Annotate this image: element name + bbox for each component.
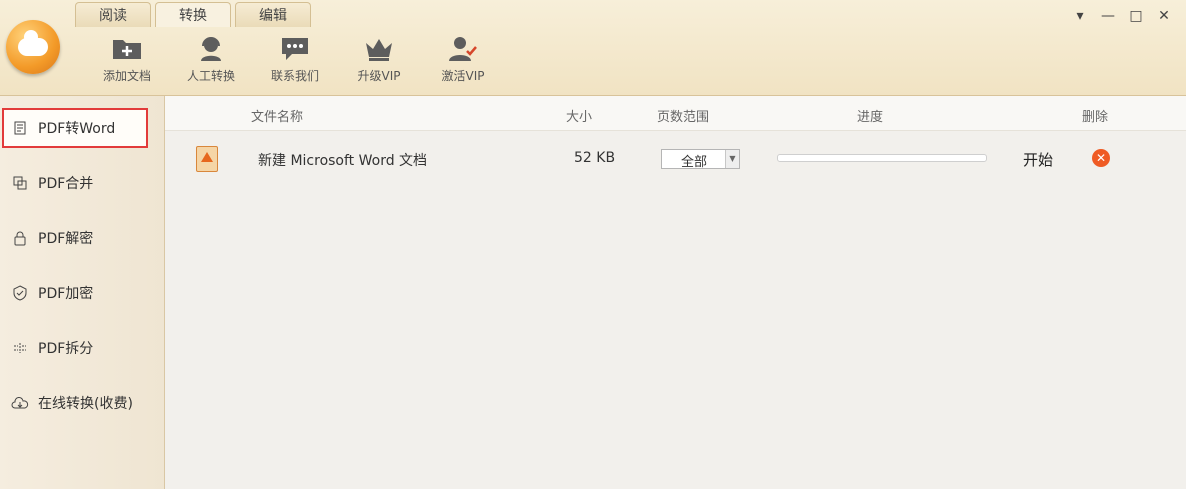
- pdf-word-icon: [10, 118, 30, 138]
- column-header-progress: 进度: [857, 110, 884, 125]
- table-row[interactable]: 新建 Microsoft Word 文档 52 KB 全部 ▼ 开始 ✕: [165, 136, 1186, 181]
- add-document-button[interactable]: 添加文档: [85, 33, 169, 89]
- minimize-button[interactable]: —: [1094, 8, 1122, 24]
- page-range-value: 全部: [680, 155, 707, 170]
- activate-vip-button[interactable]: 激活VIP: [421, 33, 505, 89]
- file-list-panel: 文件名称 大小 页数范围 进度 删除 新建 Microsoft Word 文档 …: [165, 96, 1186, 489]
- tab-edit[interactable]: 编辑: [235, 2, 311, 27]
- file-name: 新建 Microsoft Word 文档: [258, 153, 428, 169]
- sidebar-item-label: 在线转换(收费): [38, 395, 133, 412]
- split-icon: [10, 338, 30, 358]
- window-controls: ▾ — □ ✕: [1066, 8, 1178, 24]
- progress-bar: [777, 154, 987, 162]
- crown-icon: [366, 39, 392, 61]
- merge-icon: [10, 173, 30, 193]
- upgrade-vip-label: 升级VIP: [357, 69, 401, 83]
- sidebar-item-pdf-to-word[interactable]: PDF转Word: [2, 108, 148, 148]
- column-header-size: 大小: [566, 110, 593, 125]
- sidebar-item-online-convert[interactable]: 在线转换(收费): [0, 375, 164, 430]
- add-document-label: 添加文档: [102, 69, 151, 83]
- column-header-range: 页数范围: [657, 110, 710, 125]
- upgrade-vip-button[interactable]: 升级VIP: [337, 33, 421, 89]
- sidebar-item-pdf-merge[interactable]: PDF合并: [0, 155, 164, 210]
- sidebar-item-label: PDF转Word: [38, 121, 116, 137]
- contact-us-label: 联系我们: [270, 69, 319, 83]
- chevron-down-icon[interactable]: ▼: [725, 150, 739, 168]
- toolbar: 添加文档 人工转换 联系我们 升级VIP 激活VIP: [85, 33, 505, 89]
- manual-convert-label: 人工转换: [186, 69, 235, 83]
- cloud-icon: [10, 393, 30, 413]
- chat-bubble-icon: [282, 38, 308, 60]
- page-range-select[interactable]: 全部 ▼: [661, 149, 740, 170]
- table-header: 文件名称 大小 页数范围 进度 删除: [165, 96, 1186, 131]
- add-folder-icon: [113, 40, 141, 59]
- tab-bar: 阅读 转换 编辑: [75, 2, 315, 28]
- lock-icon: [10, 228, 30, 248]
- file-size: 52 KB: [574, 150, 616, 166]
- tab-read[interactable]: 阅读: [75, 2, 151, 27]
- sidebar-item-label: PDF合并: [38, 175, 94, 192]
- shield-icon: [10, 283, 30, 303]
- sidebar-item-pdf-encrypt[interactable]: PDF加密: [0, 265, 164, 320]
- delete-icon[interactable]: ✕: [1092, 149, 1110, 167]
- start-button[interactable]: 开始: [1023, 149, 1053, 170]
- app-header: 阅读 转换 编辑 添加文档 人工转换 联系我们 升级VIP 激活VIP ▾ — …: [0, 0, 1186, 96]
- sidebar-item-label: PDF拆分: [38, 340, 94, 357]
- maximize-button[interactable]: □: [1122, 8, 1150, 24]
- contact-us-button[interactable]: 联系我们: [253, 33, 337, 89]
- sidebar: PDF转Word PDF合并 PDF解密 PDF加密 PDF拆分 在线转换(收费…: [0, 96, 165, 489]
- pdf-file-icon: [196, 146, 218, 172]
- sidebar-item-pdf-split[interactable]: PDF拆分: [0, 320, 164, 375]
- manual-convert-button[interactable]: 人工转换: [169, 33, 253, 89]
- app-logo[interactable]: [6, 20, 60, 74]
- headset-agent-icon: [201, 37, 221, 61]
- activate-vip-label: 激活VIP: [441, 69, 485, 83]
- close-button[interactable]: ✕: [1150, 8, 1178, 24]
- column-header-name: 文件名称: [251, 110, 304, 125]
- sidebar-item-label: PDF解密: [38, 230, 94, 247]
- column-header-delete: 删除: [1082, 110, 1109, 125]
- window-menu-button[interactable]: ▾: [1066, 8, 1094, 24]
- tab-convert[interactable]: 转换: [155, 2, 231, 27]
- sidebar-item-pdf-decrypt[interactable]: PDF解密: [0, 210, 164, 265]
- user-check-icon: [449, 37, 477, 61]
- sidebar-item-label: PDF加密: [38, 285, 94, 302]
